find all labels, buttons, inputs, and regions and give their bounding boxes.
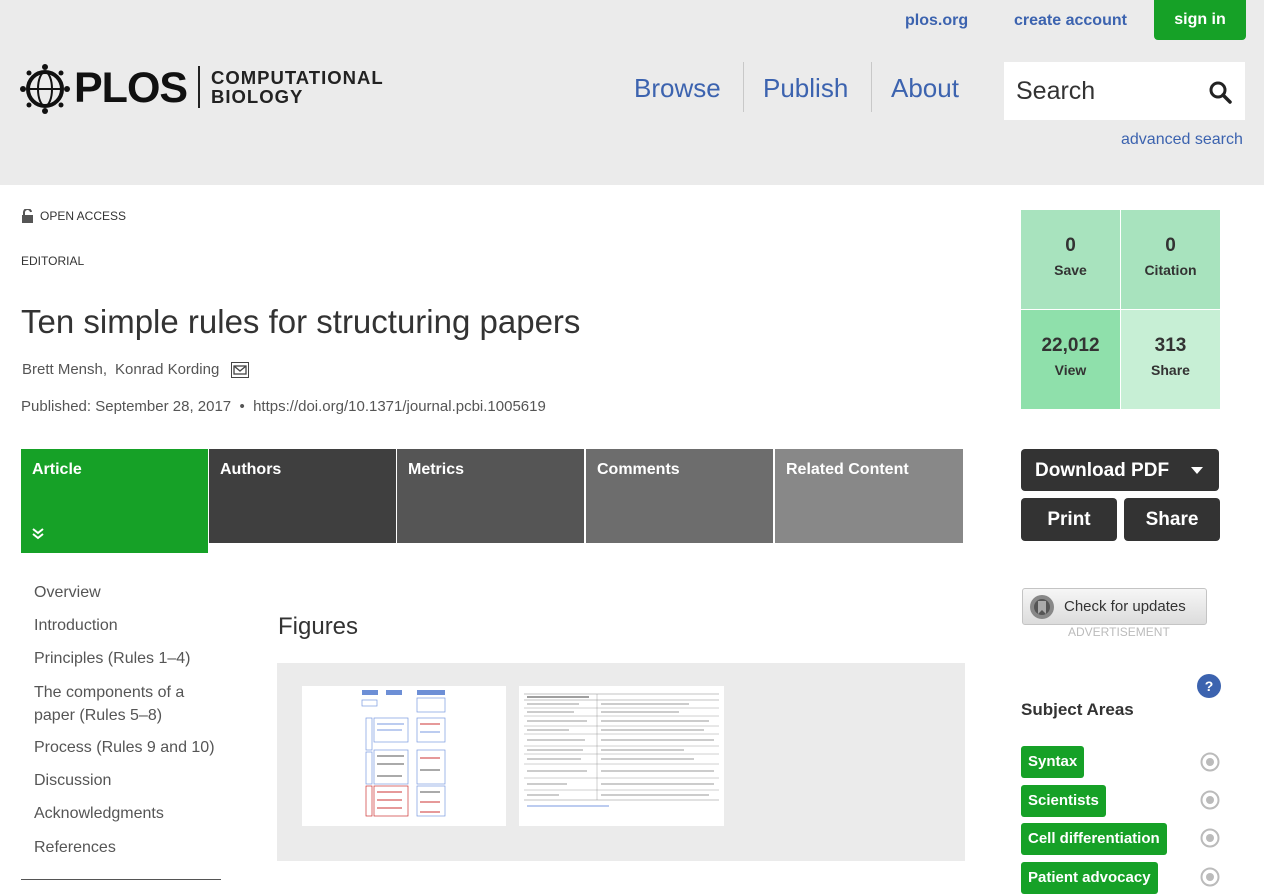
create-account-link[interactable]: create account <box>1014 12 1127 30</box>
tab-related-content[interactable]: Related Content <box>775 449 963 543</box>
journal-name-line2: BIOLOGY <box>211 86 304 107</box>
plos-globe-icon <box>20 64 70 114</box>
figure-thumbnail-2[interactable] <box>519 686 724 826</box>
figure-2-image <box>524 693 719 807</box>
doi-link[interactable]: https://doi.org/10.1371/journal.pcbi.100… <box>253 398 546 415</box>
metric-view[interactable]: 22,012 View <box>1021 310 1120 409</box>
toc-item-principles[interactable]: Principles (Rules 1–4) <box>34 647 224 670</box>
subject-tag-patient-advocacy[interactable]: Patient advocacy <box>1021 862 1158 894</box>
toc-divider <box>21 879 221 880</box>
caret-down-icon[interactable] <box>1191 467 1203 474</box>
site-header: plos.org create account sign in PLOS COM… <box>0 0 1264 185</box>
tab-comments[interactable]: Comments <box>586 449 773 543</box>
mail-icon[interactable] <box>231 361 250 378</box>
tab-article[interactable]: Article <box>21 449 208 553</box>
advertisement-label: ADVERTISEMENT <box>1068 625 1170 639</box>
metric-value: 0 <box>1165 235 1176 256</box>
published-date: Published: September 28, 2017 <box>21 398 232 415</box>
logo-divider <box>198 66 200 108</box>
tab-label: Article <box>32 461 82 478</box>
nav-about[interactable]: About <box>891 62 959 112</box>
author-list: Brett Mensh, Konrad Kording <box>22 361 250 378</box>
nav-publish[interactable]: Publish <box>763 62 848 112</box>
sign-in-button[interactable]: sign in <box>1154 0 1246 40</box>
subject-toggle-icon[interactable] <box>1200 752 1220 772</box>
download-pdf-label: Download PDF <box>1035 460 1170 481</box>
download-pdf-button[interactable]: Download PDF <box>1021 449 1219 491</box>
author-link[interactable]: Konrad Kording <box>115 361 219 378</box>
toc-item-discussion[interactable]: Discussion <box>34 769 224 792</box>
subject-tag-syntax[interactable]: Syntax <box>1021 746 1085 778</box>
tab-metrics[interactable]: Metrics <box>397 449 584 543</box>
logo-wordmark: PLOS <box>74 64 188 112</box>
help-icon[interactable]: ? <box>1197 674 1221 698</box>
metric-value: 0 <box>1065 235 1076 256</box>
subject-tag-scientists[interactable]: Scientists <box>1021 785 1106 817</box>
toc-item-process[interactable]: Process (Rules 9 and 10) <box>34 736 224 759</box>
toc-item-introduction[interactable]: Introduction <box>34 614 224 637</box>
advanced-search-link[interactable]: advanced search <box>1121 131 1243 149</box>
nav-browse[interactable]: Browse <box>634 62 721 112</box>
subject-toggle-icon[interactable] <box>1200 790 1220 810</box>
metric-share[interactable]: 313 Share <box>1121 310 1220 409</box>
check-for-updates-label: Check for updates <box>1064 598 1186 615</box>
search-box <box>1004 62 1245 120</box>
article-type: EDITORIAL <box>21 254 85 268</box>
subject-tag-cell-differentiation[interactable]: Cell differentiation <box>1021 823 1167 855</box>
toc-item-overview[interactable]: Overview <box>34 581 224 604</box>
figure-1-image <box>361 690 446 817</box>
metric-label: View <box>1054 362 1087 378</box>
metric-save[interactable]: 0 Save <box>1021 210 1120 309</box>
nav-divider <box>871 62 872 112</box>
search-input[interactable] <box>1016 72 1196 110</box>
author-link[interactable]: Brett Mensh, <box>22 361 107 378</box>
article-title: Ten simple rules for structuring papers <box>21 303 581 340</box>
tab-authors[interactable]: Authors <box>209 449 396 543</box>
open-access-badge: OPEN ACCESS <box>21 209 126 223</box>
toc-item-components[interactable]: The components of a paper (Rules 5–8) <box>34 681 204 727</box>
figures-carousel <box>277 663 965 861</box>
figure-thumbnail-1[interactable] <box>302 686 506 826</box>
journal-name: COMPUTATIONAL BIOLOGY <box>211 68 384 106</box>
metric-label: Share <box>1151 362 1190 378</box>
subject-areas-heading: Subject Areas <box>1021 700 1134 719</box>
toc-item-references[interactable]: References <box>34 836 224 859</box>
subject-toggle-icon[interactable] <box>1200 828 1220 848</box>
share-button[interactable]: Share <box>1124 498 1220 541</box>
metric-value: 22,012 <box>1041 335 1100 356</box>
search-icon[interactable] <box>1208 80 1232 104</box>
nav-divider <box>743 62 744 112</box>
metric-value: 313 <box>1154 335 1187 356</box>
toc-item-acknowledgments[interactable]: Acknowledgments <box>34 802 224 825</box>
open-access-label: OPEN ACCESS <box>40 209 127 223</box>
double-chevron-down-icon <box>32 528 44 540</box>
plos-org-link[interactable]: plos.org <box>905 12 968 30</box>
journal-name-line1: COMPUTATIONAL <box>211 67 384 88</box>
metric-label: Save <box>1054 262 1087 278</box>
metric-label: Citation <box>1144 262 1197 278</box>
metric-citation[interactable]: 0 Citation <box>1121 210 1220 309</box>
print-button[interactable]: Print <box>1021 498 1117 541</box>
figures-heading: Figures <box>278 613 359 640</box>
bullet-separator: • <box>235 398 254 415</box>
unlock-icon <box>22 209 33 223</box>
check-for-updates-button[interactable]: Check for updates <box>1022 588 1207 625</box>
subject-toggle-icon[interactable] <box>1200 867 1220 887</box>
crossmark-icon <box>1030 594 1054 619</box>
publication-info: Published: September 28, 2017 • https://… <box>21 398 546 415</box>
